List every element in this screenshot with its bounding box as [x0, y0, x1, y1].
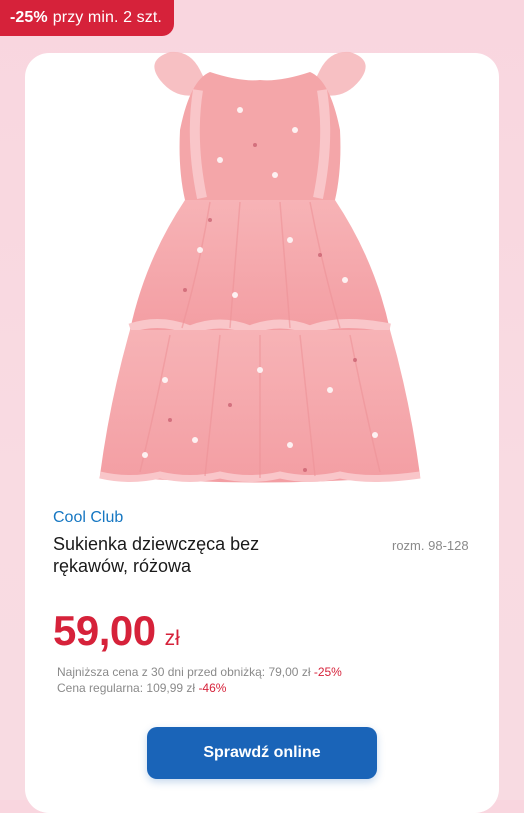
check-online-button[interactable]: Sprawdź online — [147, 727, 377, 779]
lowest-price-note: Najniższa cena z 30 dni przed obniżką: 7… — [57, 665, 342, 679]
regular-price-discount: -46% — [198, 681, 227, 695]
brand-link[interactable]: Cool Club — [53, 509, 123, 527]
dress-image-icon — [99, 51, 421, 483]
lowest-price-label: Najniższa cena z 30 dni przed obniżką: 7… — [57, 665, 311, 679]
promo-badge: -25% przy min. 2 szt. — [0, 0, 174, 36]
regular-price-note: Cena regularna: 109,99 zł -46% — [57, 681, 226, 695]
product-name: Sukienka dziewczęca bez rękawów, różowa — [53, 534, 260, 576]
regular-price-label: Cena regularna: 109,99 zł — [57, 681, 196, 695]
price: 59,00 zł — [53, 607, 180, 655]
price-amount: 59,00 — [53, 607, 156, 654]
promo-percent: -25% — [10, 9, 48, 26]
lowest-price-discount: -25% — [313, 665, 342, 679]
size-range: rozm. 98-128 — [392, 538, 469, 553]
promo-text: przy min. 2 szt. — [52, 9, 162, 26]
price-currency: zł — [164, 627, 180, 650]
